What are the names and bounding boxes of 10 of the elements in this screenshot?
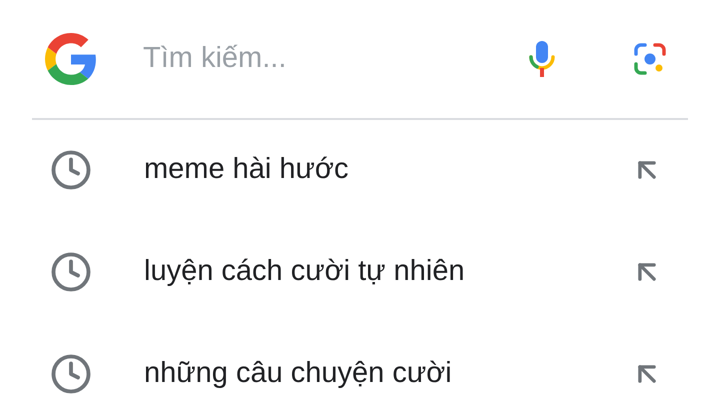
microphone-icon[interactable] <box>527 39 557 79</box>
camera-lens-icon[interactable] <box>632 41 668 77</box>
history-clock-icon <box>50 251 92 293</box>
suggestion-text[interactable]: meme hài hước <box>144 148 630 192</box>
suggestion-text[interactable]: luyện cách cười tự nhiên <box>144 250 630 294</box>
g-logo-icon <box>45 33 97 85</box>
history-clock-icon <box>50 353 92 395</box>
suggestion-text[interactable]: những câu chuyện cười <box>144 352 630 396</box>
history-clock-icon <box>50 149 92 191</box>
search-field[interactable]: Tìm kiếm... <box>143 37 527 81</box>
